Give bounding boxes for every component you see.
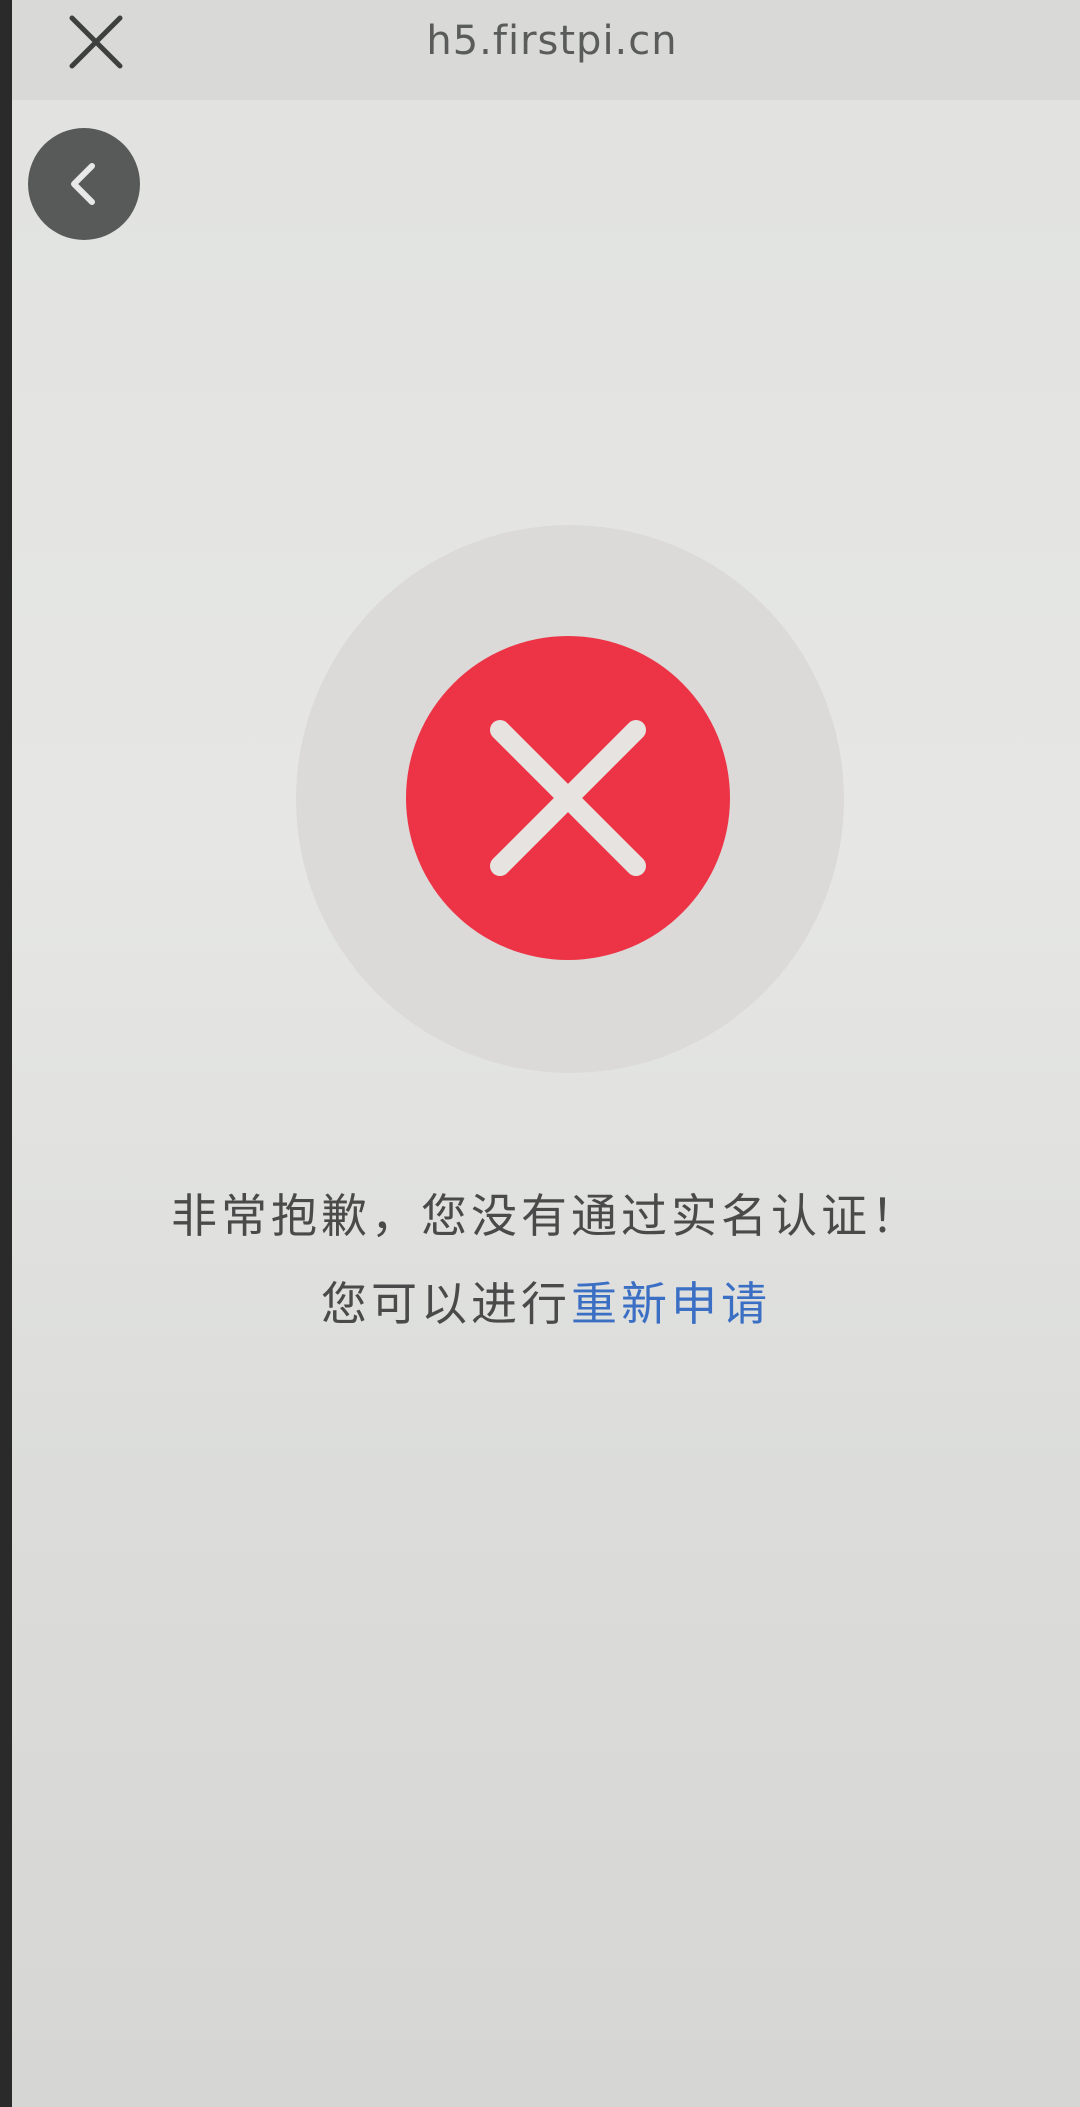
close-icon <box>69 15 123 69</box>
retry-prompt: 您可以进行重新申请 <box>12 1268 1080 1334</box>
screen-edge <box>0 0 12 2107</box>
retry-prompt-prefix: 您可以进行 <box>321 1277 571 1331</box>
failure-message: 非常抱歉，您没有通过实名认证！ <box>171 1189 921 1243</box>
back-button[interactable] <box>28 128 140 240</box>
page-url: h5.firstpi.cn <box>426 18 678 64</box>
x-circle-icon <box>406 636 730 960</box>
chevron-left-icon <box>71 163 95 205</box>
close-button[interactable] <box>64 10 128 74</box>
browser-top-bar: h5.firstpi.cn <box>12 0 1080 100</box>
reapply-link[interactable]: 重新申请 <box>571 1277 771 1331</box>
